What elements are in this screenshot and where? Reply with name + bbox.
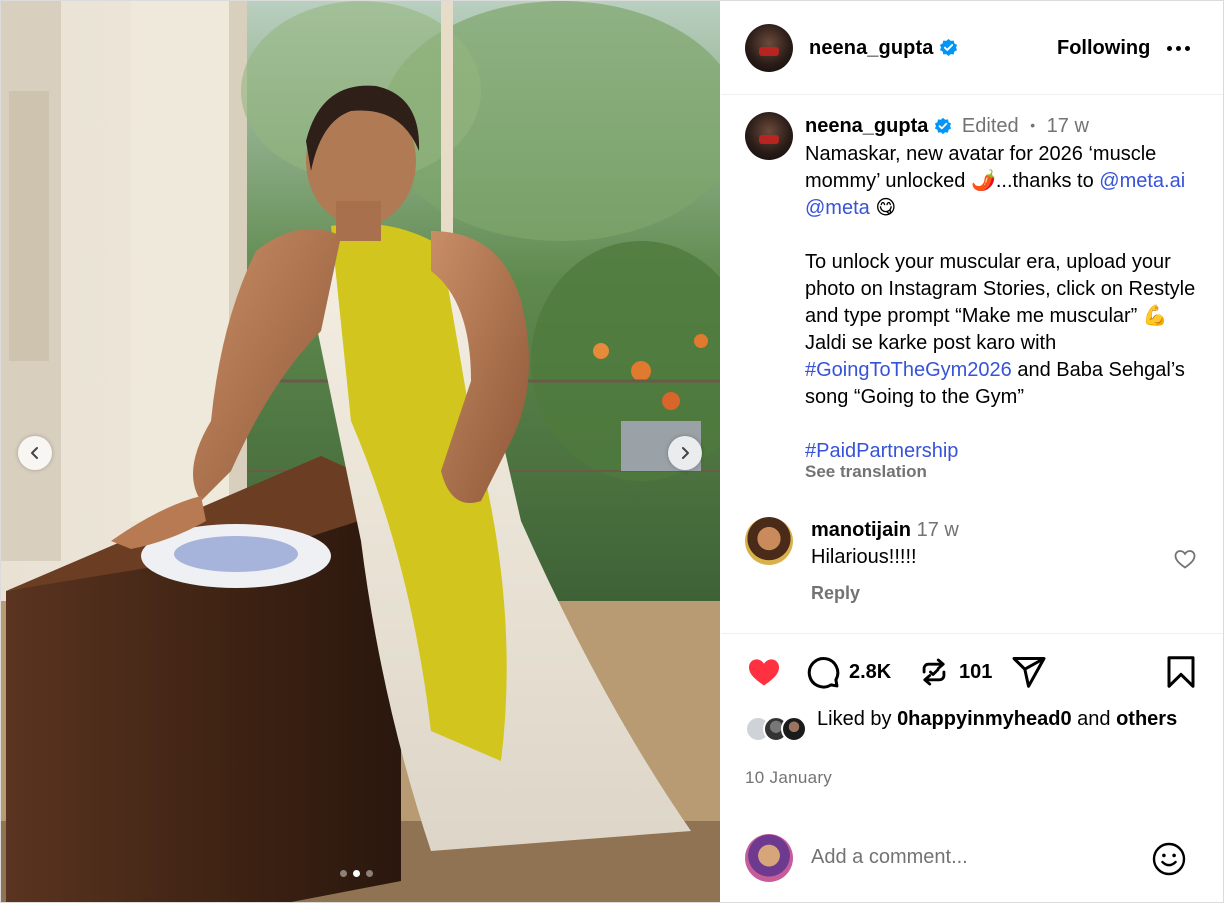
current-user-avatar — [745, 834, 793, 882]
more-options-icon[interactable] — [1167, 46, 1190, 51]
caption-time[interactable]: 17 w — [1047, 115, 1089, 137]
carousel-prev-button[interactable] — [18, 436, 52, 470]
emoji-icon — [1152, 842, 1186, 876]
likes-text: Liked by 0happyinmyhead0 and others — [817, 706, 1215, 733]
following-button[interactable]: Following — [1057, 37, 1150, 60]
caption-emoji: 😋 — [875, 197, 897, 219]
add-comment-bar — [721, 834, 1223, 902]
send-icon — [1012, 657, 1046, 688]
repost-icon — [922, 658, 946, 686]
comment-header: manotijain 17 w — [811, 519, 959, 542]
heart-filled-icon — [749, 659, 779, 686]
heart-outline-icon — [1174, 550, 1196, 569]
bookmark-icon — [1167, 656, 1195, 688]
mention-meta[interactable]: @meta — [805, 197, 870, 219]
comment-text: Hilarious!!!!! — [811, 546, 917, 568]
comment-time[interactable]: 17 w — [917, 519, 959, 541]
post-photo — [1, 1, 720, 902]
verified-badge-icon — [935, 117, 952, 135]
see-translation-link[interactable]: See translation — [805, 462, 927, 482]
edited-label: Edited — [961, 115, 1019, 137]
carousel-dot-active — [353, 870, 360, 877]
comment-count: 2.8K — [849, 660, 892, 683]
photo-illustration — [1, 1, 720, 902]
author-avatar[interactable] — [745, 24, 793, 72]
verified-badge-icon — [940, 38, 958, 57]
carousel-indicator — [340, 870, 373, 877]
emoji-picker-button[interactable] — [1151, 841, 1187, 882]
repost-button[interactable]: 101 — [917, 654, 992, 690]
commenter-username[interactable]: manotijain — [811, 519, 911, 541]
hashtag-paidpartnership[interactable]: #PaidPartnership — [805, 440, 958, 462]
comment-input[interactable] — [811, 846, 1131, 869]
mention-meta-ai[interactable]: @meta.ai — [1099, 170, 1185, 192]
carousel-next-button[interactable] — [668, 436, 702, 470]
liker-avatar[interactable] — [781, 716, 807, 742]
author-username[interactable]: neena_gupta — [809, 37, 958, 60]
caption-text: Namaskar, new avatar for 2026 ‘muscle mo… — [805, 141, 1205, 465]
caption-author-avatar[interactable] — [745, 112, 793, 160]
like-button[interactable] — [745, 654, 783, 690]
chevron-left-icon — [31, 447, 38, 459]
likes-others-link[interactable]: others — [1116, 708, 1177, 730]
separator-dot: • — [1030, 117, 1036, 133]
comment-button[interactable]: 2.8K — [805, 654, 891, 690]
action-bar: 2.8K 101 Liked by 0happyinmyhead0 and ot… — [721, 633, 1223, 902]
save-button[interactable] — [1163, 654, 1199, 690]
comment-bubble-icon — [807, 657, 840, 689]
likes-joiner: and — [1071, 708, 1111, 730]
chevron-right-icon — [682, 447, 689, 459]
liker-avatars — [745, 716, 813, 744]
comment-item: manotijain 17 w Hilarious!!!!! Reply — [721, 511, 1223, 611]
carousel-dot — [340, 870, 347, 877]
likes-prefix: Liked by — [817, 708, 898, 730]
carousel-dot — [366, 870, 373, 877]
comment-like-button[interactable] — [1173, 547, 1197, 576]
liker-username[interactable]: 0happyinmyhead0 — [897, 708, 1072, 730]
post-modal: neena_gupta Following neena_gupta Edited… — [0, 0, 1224, 903]
caption-header: neena_gupta Edited • 17 w — [805, 115, 1089, 138]
author-username-text[interactable]: neena_gupta — [809, 37, 933, 59]
commenter-avatar[interactable] — [745, 517, 793, 565]
share-button[interactable] — [1011, 654, 1047, 690]
hashtag-goingtothegym2026[interactable]: #GoingToTheGym2026 — [805, 359, 1012, 381]
repost-count: 101 — [959, 660, 993, 683]
caption-para2-start: To unlock your muscular era, upload your… — [805, 251, 1196, 354]
post-date[interactable]: 10 January — [745, 768, 832, 788]
post-details-panel: neena_gupta Following neena_gupta Edited… — [721, 1, 1223, 902]
comment-reply-button[interactable]: Reply — [811, 583, 860, 604]
caption-username[interactable]: neena_gupta — [805, 115, 928, 137]
post-header: neena_gupta Following — [721, 1, 1223, 95]
